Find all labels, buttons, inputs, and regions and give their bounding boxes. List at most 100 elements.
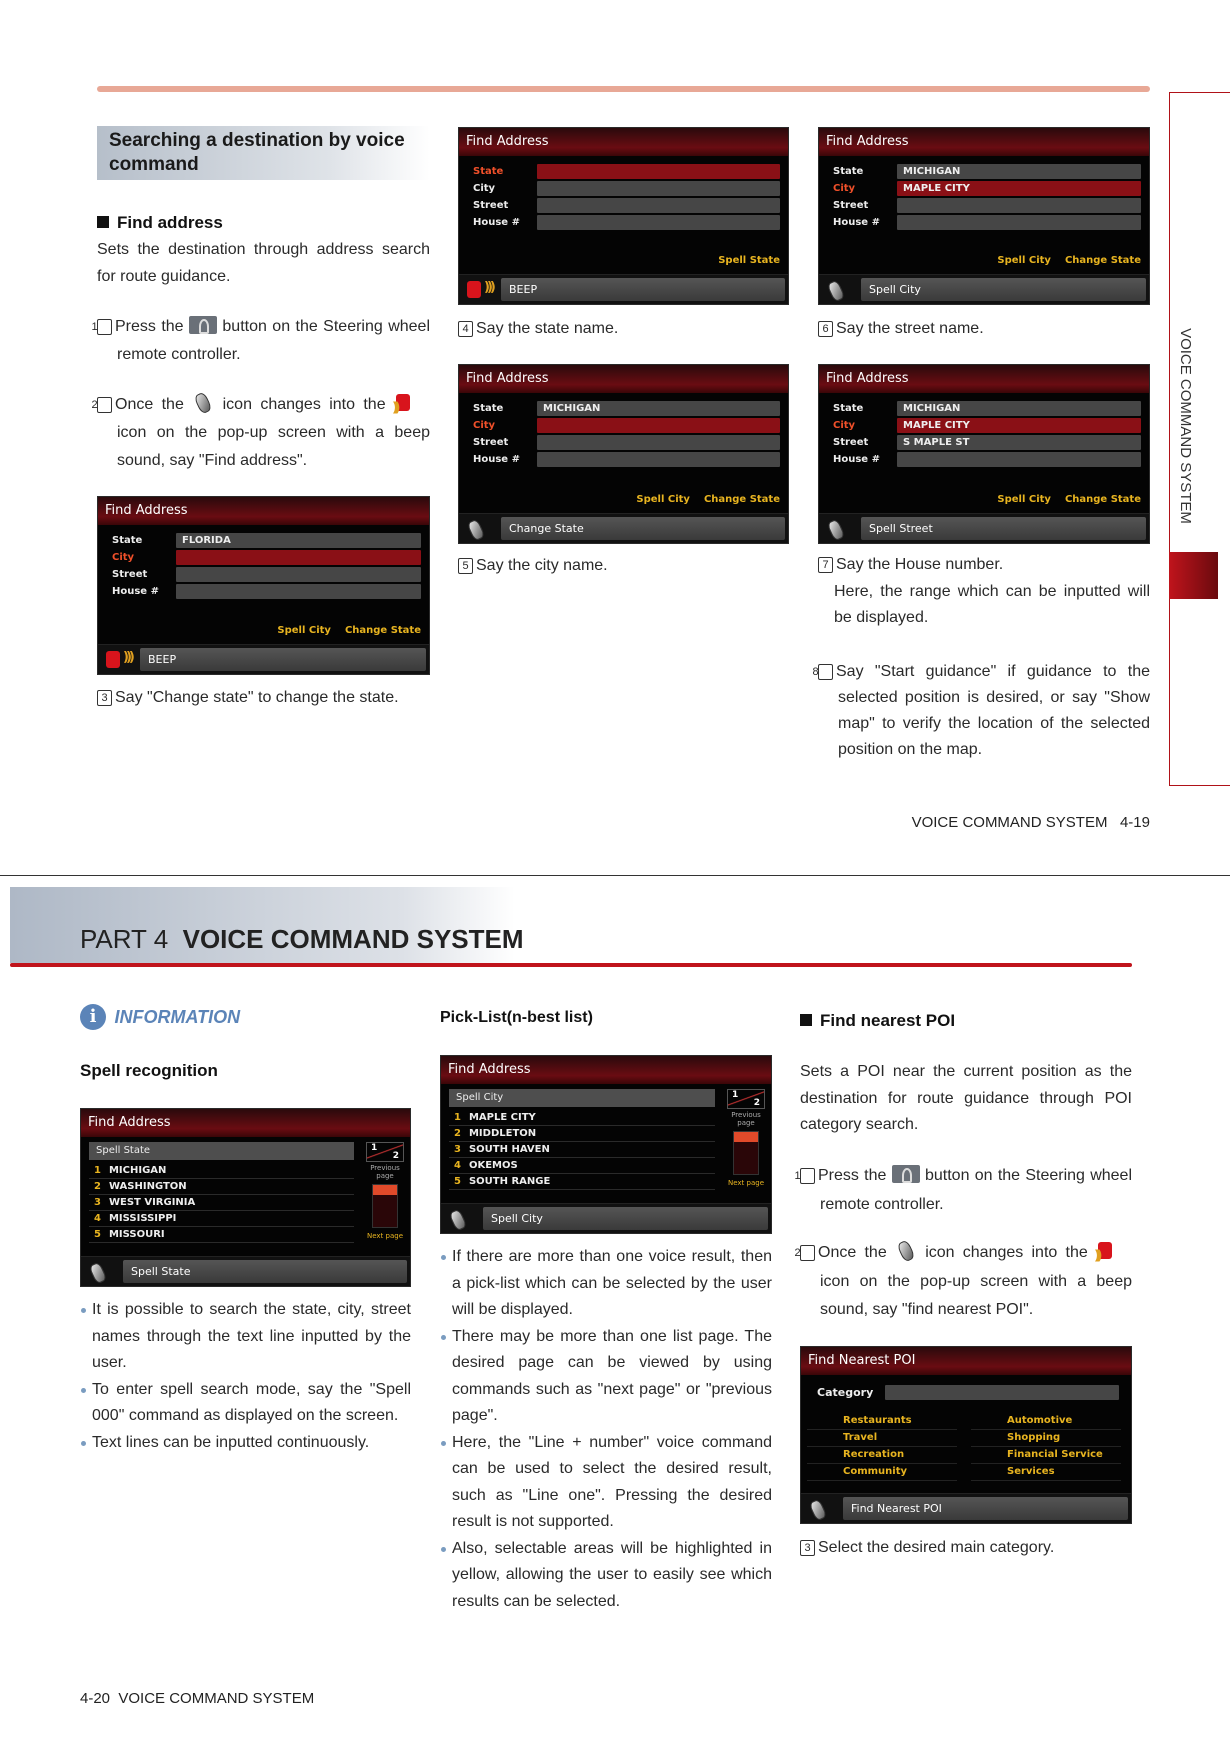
previous-page-button: Previous page <box>731 1111 761 1127</box>
field-value <box>176 550 421 565</box>
screen-title: Find Address <box>819 365 1149 393</box>
voice-status-text: Change State <box>501 517 785 540</box>
microphone-icon <box>895 1239 917 1263</box>
field-value: FLORIDA <box>176 533 421 548</box>
field-label: House # <box>473 454 520 465</box>
field-value <box>537 164 780 179</box>
row-label: SOUTH RANGE <box>468 1176 551 1187</box>
beep-icon <box>104 649 140 671</box>
voice-options: Spell City Change State <box>622 494 780 505</box>
screen-find-address-state: Find Address State City Street House # Spell … <box>458 127 789 305</box>
bullet-item: Here, the "Line + number" voice command … <box>440 1430 772 1536</box>
field-value <box>897 215 1141 230</box>
field-value <box>176 567 421 582</box>
row-number: 5 <box>94 1229 101 1240</box>
voice-option: Spell City <box>636 494 690 505</box>
find-address-intro: Sets the destination through address sea… <box>97 241 430 285</box>
picklist-row: 4 MISSISSIPPI <box>89 1211 354 1227</box>
voice-status-text: BEEP <box>501 278 785 301</box>
field-value <box>897 198 1141 213</box>
beep-icon <box>1096 1240 1132 1262</box>
page-footer-left: 4-20 VOICE COMMAND SYSTEM <box>80 1690 315 1707</box>
picklist-header: Spell State <box>89 1142 354 1160</box>
steering-voice-button-icon <box>891 1165 920 1183</box>
category-field <box>885 1385 1119 1400</box>
row-number: 4 <box>94 1213 101 1224</box>
field-value: MAPLE CITY <box>897 181 1141 196</box>
voice-status-bar: Find Nearest POI <box>801 1493 1131 1523</box>
field-label: House # <box>833 217 880 228</box>
voice-option: Spell City <box>997 494 1051 505</box>
voice-status-text: BEEP <box>140 648 426 671</box>
field-label: Street <box>112 569 148 580</box>
top-rule <box>97 86 1150 92</box>
screen-find-nearest-poi: Find Nearest POI Category Restaurants Autom… <box>800 1346 1132 1524</box>
field-value <box>537 452 780 467</box>
microphone-icon <box>192 391 214 415</box>
page-count: 12 <box>727 1089 765 1109</box>
field-label: House # <box>473 217 520 228</box>
poi-category: Community <box>807 1464 957 1481</box>
field-value: MICHIGAN <box>537 401 780 416</box>
section-title: Searching a destination by voice command <box>109 130 405 175</box>
field-label: State <box>833 166 864 177</box>
part-header-rule <box>10 963 1132 967</box>
screen-find-address-house: Find Address State MICHIGAN City MAPLE CITY S… <box>818 364 1150 544</box>
previous-page-button: Previous page <box>370 1164 400 1180</box>
voice-status-bar: Spell City <box>441 1203 771 1233</box>
row-label: WEST VIRGINIA <box>108 1197 196 1208</box>
screen-title: Find Address <box>81 1109 410 1137</box>
bullet-item: Also, selectable areas will be highlight… <box>440 1536 772 1616</box>
field-label: State <box>833 403 864 414</box>
voice-option: Change State <box>1064 494 1141 505</box>
voice-status-text: Spell City <box>483 1207 768 1230</box>
poi-category: Recreation <box>807 1447 957 1464</box>
microphone-icon <box>87 1261 109 1285</box>
step-2: 2Once the icon changes into the icon on … <box>91 391 430 475</box>
microphone-icon <box>447 1208 469 1232</box>
part-title: PART 4 VOICE COMMAND SYSTEM <box>80 924 524 954</box>
row-number: 3 <box>94 1197 101 1208</box>
row-label: OKEMOS <box>468 1160 518 1171</box>
field-value: S MAPLE ST <box>897 435 1141 450</box>
next-page-button: Next page <box>727 1179 764 1187</box>
field-label: City <box>473 420 496 431</box>
page-scrollbar <box>372 1184 398 1228</box>
voice-option: Change State <box>703 494 780 505</box>
beep-icon <box>394 392 430 414</box>
poi-step-1: 1 Press the button on the Steering wheel … <box>794 1165 1132 1213</box>
step-1: 1 Press the button on the Steering wheel … <box>91 316 430 363</box>
step-8: 8 Say "Start guidance" if guidance to the… <box>812 663 1150 758</box>
poi-category: Shopping <box>971 1430 1121 1447</box>
screen-title: Find Address <box>819 128 1149 156</box>
bullet-item: To enter spell search mode, say the "Spe… <box>80 1377 411 1430</box>
bullet-item: If there are more than one voice result,… <box>440 1244 772 1324</box>
poi-category: Automotive <box>971 1413 1121 1430</box>
microphone-icon <box>825 518 847 542</box>
voice-options: Spell City Change State <box>983 255 1141 266</box>
page-divider <box>0 875 1230 876</box>
row-label: MISSISSIPPI <box>108 1213 177 1224</box>
field-label: City <box>833 183 856 194</box>
voice-option: Spell State <box>718 255 780 266</box>
field-value <box>537 215 780 230</box>
field-value <box>537 418 780 433</box>
poi-category: Restaurants <box>807 1413 957 1430</box>
page-footer-right: VOICE COMMAND SYSTEM 4-19 <box>911 814 1150 831</box>
step-7-note: Here, the range which can be inputted wi… <box>834 582 1150 627</box>
screen-find-address-change-state: Find Address State FLORIDA City Street House … <box>97 496 430 675</box>
picklist-row: 4 OKEMOS <box>449 1158 715 1174</box>
side-tab-marker <box>1169 552 1218 599</box>
category-label: Category <box>817 1386 874 1399</box>
voice-option: Change State <box>344 625 421 636</box>
voice-option: Change State <box>1064 255 1141 266</box>
step-3: 3 Say "Change state" to change the state. <box>97 684 437 711</box>
voice-status-text: Find Nearest POI <box>843 1497 1128 1520</box>
screen-spell-state-picklist: Find Address Spell State 1 MICHIGAN 2 WASHING… <box>80 1108 411 1287</box>
field-label: State <box>473 403 504 414</box>
poi-category: Travel <box>807 1430 957 1447</box>
field-label: Street <box>833 437 869 448</box>
poi-category: Services <box>971 1464 1121 1481</box>
info-icon: i <box>80 1004 106 1030</box>
row-label: SOUTH HAVEN <box>468 1144 550 1155</box>
